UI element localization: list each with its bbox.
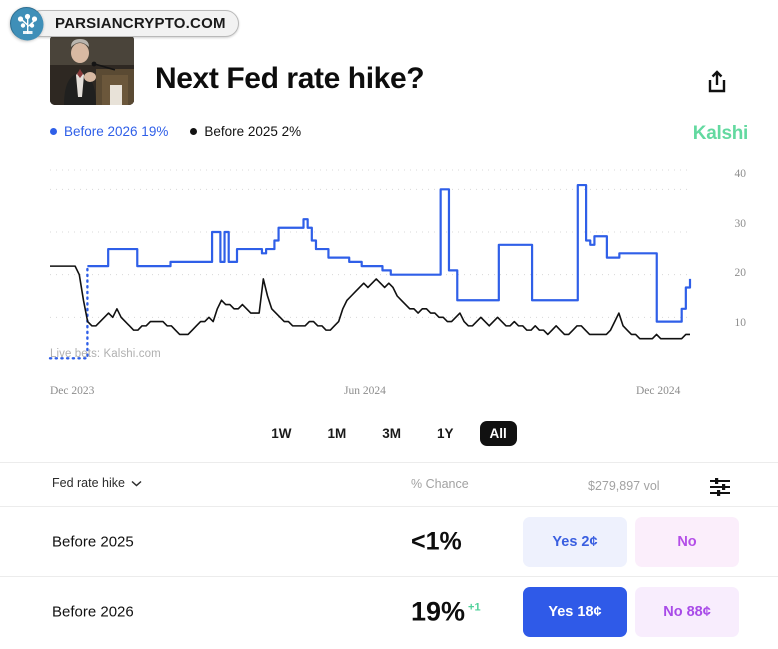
x-axis-labels: Dec 2023 Jun 2024 Dec 2024	[0, 385, 778, 401]
x-axis-tick-dec-2024: Dec 2024	[636, 385, 681, 397]
legend-dot-black	[190, 128, 198, 135]
market-thumbnail	[50, 35, 134, 105]
range-button-1y[interactable]: 1Y	[427, 421, 464, 446]
legend-label-before-2026: Before 2026 19%	[64, 124, 169, 139]
y-axis-tick-10: 10	[734, 317, 747, 329]
legend-item-before-2025[interactable]: Before 2025 2%	[190, 124, 301, 139]
no-button[interactable]: No	[635, 516, 739, 567]
range-button-all[interactable]: All	[479, 421, 517, 446]
y-axis-tick-40: 40	[734, 168, 747, 180]
y-axis-tick-30: 30	[734, 218, 747, 230]
tree-logo-icon	[10, 7, 44, 41]
yes-button[interactable]: Yes 2¢	[523, 516, 627, 567]
market-name: Before 2025	[52, 533, 134, 550]
market-group-label: Fed rate hike	[52, 476, 125, 490]
kalshi-brand-logo: Kalshi	[692, 123, 749, 144]
market-percent-value: 19%	[411, 596, 466, 626]
volume-label: $279,897 vol	[588, 479, 660, 493]
chart-canvas	[48, 169, 692, 360]
sliders-icon[interactable]	[708, 475, 732, 499]
no-button[interactable]: No 88¢	[635, 586, 739, 637]
x-axis-tick-jun-2024: Jun 2024	[344, 385, 386, 397]
price-history-chart	[0, 163, 778, 378]
x-axis-tick-dec-2023: Dec 2023	[50, 385, 95, 397]
table-row[interactable]: Before 2026 19% +1 Yes 18¢ No 88¢	[0, 577, 778, 646]
market-name: Before 2026	[52, 603, 134, 620]
watermark-label: PARSIANCRYPTO.COM	[28, 10, 239, 37]
market-percent: <1%	[411, 527, 462, 555]
kalshi-market-card: PARSIANCRYPTO.COM Next Fed rate hike? Be…	[0, 0, 778, 649]
chance-column-header: % Chance	[411, 477, 469, 491]
legend-dot-blue	[50, 128, 57, 135]
range-button-1w[interactable]: 1W	[261, 421, 301, 446]
market-percent: 19% +1	[411, 596, 481, 627]
divider-top	[0, 462, 778, 463]
time-range-selector: 1W 1M 3M 1Y All	[0, 421, 778, 446]
market-group-dropdown[interactable]: Fed rate hike	[52, 476, 142, 490]
legend-label-before-2025: Before 2025 2%	[204, 124, 302, 139]
share-icon[interactable]	[702, 66, 732, 98]
chevron-down-icon	[131, 476, 142, 490]
range-button-1m[interactable]: 1M	[317, 421, 356, 446]
y-axis-tick-20: 20	[734, 267, 747, 279]
market-filter-row: Fed rate hike % Chance $279,897 vol	[0, 466, 778, 506]
table-row[interactable]: Before 2025 <1% Yes 2¢ No	[0, 507, 778, 576]
chart-watermark: Live bets: Kalshi.com	[50, 348, 161, 360]
market-delta: +1	[468, 601, 481, 613]
range-button-3m[interactable]: 3M	[372, 421, 411, 446]
yes-button[interactable]: Yes 18¢	[523, 586, 627, 637]
legend-item-before-2026[interactable]: Before 2026 19%	[50, 124, 168, 139]
chart-legend: Before 2026 19% Before 2025 2%	[50, 124, 301, 139]
page-title: Next Fed rate hike?	[155, 62, 425, 95]
